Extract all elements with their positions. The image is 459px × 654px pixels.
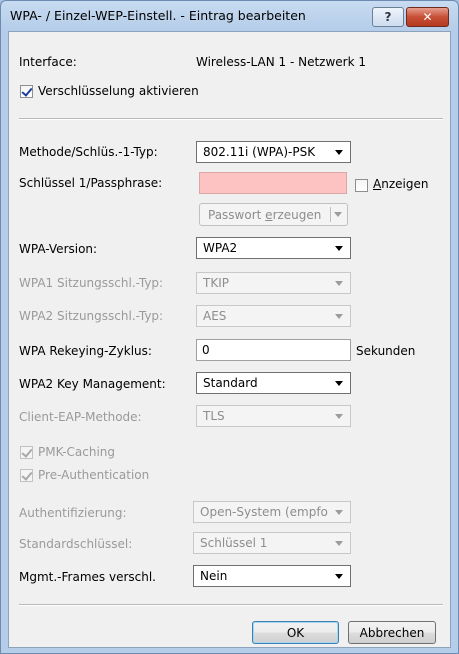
default-key-select[interactable]: Schlüssel 1: [193, 532, 351, 554]
chevron-down-icon: [335, 381, 343, 386]
wpa-version-label: WPA-Version:: [19, 242, 98, 256]
interface-label: Interface:: [19, 55, 77, 69]
method-value: 802.11i (WPA)-PSK: [203, 145, 316, 159]
ok-label: OK: [286, 625, 305, 640]
encryption-label: Verschlüsselung aktivieren: [38, 84, 199, 98]
chevron-down-icon: [335, 150, 343, 155]
key-management-select[interactable]: Standard: [196, 372, 351, 394]
authentication-value: Open-System (empfo: [200, 505, 328, 519]
chevron-down-icon: [335, 314, 343, 319]
dialog-body: Interface: Wireless-LAN 1 - Netzwerk 1 V…: [8, 31, 451, 648]
wpa1-session-value: TKIP: [203, 276, 229, 290]
mgmt-frames-label: Mgmt.-Frames verschl.: [19, 570, 156, 584]
close-button[interactable]: ✕: [406, 7, 449, 27]
authentication-select[interactable]: Open-System (empfo: [193, 501, 351, 523]
wpa2-session-select[interactable]: AES: [196, 305, 351, 327]
chevron-down-icon: [335, 414, 343, 419]
ok-button[interactable]: OK: [252, 621, 339, 644]
encryption-checkbox[interactable]: [20, 85, 33, 98]
generate-password-label: Passwort erzeugen: [208, 207, 322, 222]
wpa1-session-select[interactable]: TKIP: [196, 272, 351, 294]
divider: [19, 118, 443, 120]
method-label: Methode/Schlüs.-1-Typ:: [19, 145, 158, 159]
chevron-down-icon: [335, 574, 343, 579]
mgmt-frames-select[interactable]: Nein: [193, 565, 351, 587]
wpa-version-select[interactable]: WPA2: [196, 237, 351, 259]
rekeying-input[interactable]: 0: [196, 339, 351, 361]
show-passphrase-label: Anzeigen: [373, 177, 429, 191]
show-passphrase-checkbox[interactable]: [355, 179, 368, 192]
mgmt-frames-value: Nein: [200, 569, 228, 583]
dialog-window: WPA- / Einzel-WEP-Einstell. - Eintrag be…: [0, 0, 459, 654]
help-button[interactable]: ?: [372, 7, 404, 27]
split-divider: [330, 207, 331, 222]
chevron-down-icon: [335, 510, 343, 515]
default-key-label: Standardschlüssel:: [19, 537, 133, 551]
rekeying-label: WPA Rekeying-Zyklus:: [19, 344, 152, 358]
wpa2-session-label: WPA2 Sitzungsschl.-Typ:: [19, 309, 164, 323]
cancel-label: Abbrechen: [359, 625, 425, 640]
pmk-caching-label: PMK-Caching: [38, 445, 116, 459]
wpa-version-value: WPA2: [203, 241, 238, 255]
eap-method-value: TLS: [203, 409, 225, 423]
chevron-down-icon: [334, 212, 342, 217]
window-title: WPA- / Einzel-WEP-Einstell. - Eintrag be…: [10, 8, 306, 23]
title-bar[interactable]: WPA- / Einzel-WEP-Einstell. - Eintrag be…: [1, 1, 458, 31]
key-management-label: WPA2 Key Management:: [19, 377, 166, 391]
eap-method-select[interactable]: TLS: [196, 405, 351, 427]
chevron-down-icon: [335, 281, 343, 286]
close-icon: ✕: [422, 10, 433, 24]
passphrase-input[interactable]: [199, 172, 347, 194]
rekeying-value: 0: [202, 343, 210, 357]
default-key-value: Schlüssel 1: [200, 536, 268, 550]
eap-method-label: Client-EAP-Methode:: [19, 410, 142, 424]
method-select[interactable]: 802.11i (WPA)-PSK: [196, 141, 351, 163]
help-icon: ?: [384, 10, 392, 24]
chevron-down-icon: [335, 541, 343, 546]
chevron-down-icon: [335, 246, 343, 251]
pre-auth-checkbox[interactable]: [20, 469, 33, 482]
divider: [19, 604, 443, 606]
pre-auth-label: Pre-Authentication: [38, 468, 150, 482]
passphrase-label: Schlüssel 1/Passphrase:: [19, 176, 163, 190]
pmk-caching-checkbox[interactable]: [20, 446, 33, 459]
authentication-label: Authentifizierung:: [19, 506, 127, 520]
cancel-button[interactable]: Abbrechen: [348, 621, 436, 644]
generate-password-button[interactable]: Passwort erzeugen: [199, 203, 348, 226]
interface-value: Wireless-LAN 1 - Netzwerk 1: [196, 55, 366, 69]
wpa1-session-label: WPA1 Sitzungsschl.-Typ:: [19, 276, 164, 290]
key-management-value: Standard: [203, 376, 258, 390]
wpa2-session-value: AES: [203, 309, 227, 323]
rekeying-unit: Sekunden: [356, 344, 416, 358]
